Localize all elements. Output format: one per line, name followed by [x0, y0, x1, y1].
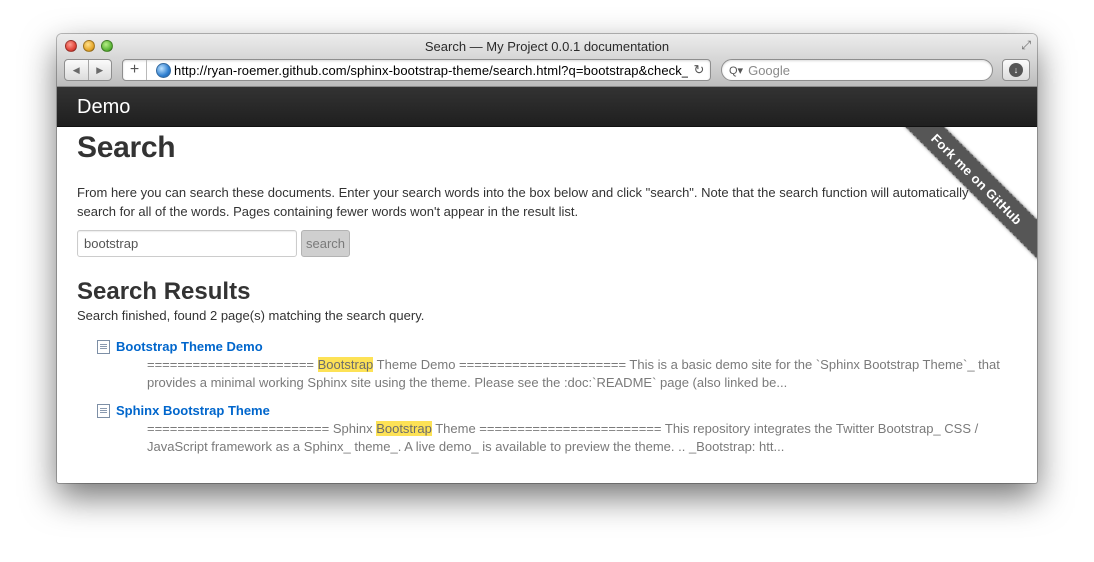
document-icon [97, 339, 110, 354]
page-content: Search From here you can search these do… [57, 127, 1037, 482]
forward-button[interactable]: ▶ [87, 60, 112, 80]
search-highlight: Bootstrap [376, 421, 432, 436]
fullscreen-icon[interactable]: ⤢ [1021, 38, 1031, 53]
search-icon: Q▾ [729, 64, 744, 77]
search-button[interactable]: search [301, 230, 350, 257]
globe-icon [156, 62, 171, 78]
results-heading: Search Results [77, 278, 251, 305]
result-snippet: ======================== Sphinx Bootstra… [147, 421, 979, 454]
result-link[interactable]: Sphinx Bootstrap Theme [116, 403, 270, 418]
search-intro: From here you can search these documents… [77, 185, 969, 219]
window-title: Search — My Project 0.0.1 documentation [424, 39, 670, 54]
list-item: Bootstrap Theme Demo ===================… [97, 339, 1017, 392]
fork-me-ribbon-link[interactable]: Fork me on GitHub [896, 127, 1037, 260]
url-text[interactable]: http://ryan-roemer.github.com/sphinx-boo… [174, 63, 688, 78]
page-title: Search [77, 131, 176, 164]
back-button[interactable]: ◀ [65, 60, 88, 80]
browser-search-field[interactable]: Q▾ Google [721, 59, 993, 81]
document-icon [97, 403, 110, 418]
brand-link[interactable]: Demo [77, 96, 130, 119]
download-icon: ↓ [1009, 63, 1023, 77]
search-highlight: Bootstrap [317, 357, 374, 372]
results-list: Bootstrap Theme Demo ===================… [97, 339, 1017, 456]
github-ribbon: Fork me on GitHub [888, 127, 1037, 276]
site-navbar: Demo [57, 87, 1037, 127]
result-link[interactable]: Bootstrap Theme Demo [116, 339, 263, 354]
search-input[interactable]: bootstrap [77, 230, 297, 257]
reload-icon[interactable]: ↻ [688, 62, 710, 78]
title-bar: Search — My Project 0.0.1 documentation … [57, 34, 1037, 87]
result-snippet: ====================== Bootstrap Theme D… [147, 357, 1000, 390]
browser-toolbar: ◀ ▶ + http://ryan-roemer.github.com/sphi… [64, 59, 1030, 81]
browser-search-placeholder: Google [748, 62, 790, 78]
downloads-button[interactable]: ↓ [1002, 59, 1030, 81]
list-item: Sphinx Bootstrap Theme =================… [97, 403, 1017, 456]
search-form: bootstrap search [77, 230, 1017, 257]
results-status: Search finished, found 2 page(s) matchin… [77, 308, 425, 323]
address-bar[interactable]: + http://ryan-roemer.github.com/sphinx-b… [122, 59, 711, 81]
add-bookmark-button[interactable]: + [123, 60, 147, 80]
browser-window: Search — My Project 0.0.1 documentation … [57, 34, 1037, 483]
history-nav: ◀ ▶ [64, 59, 112, 81]
